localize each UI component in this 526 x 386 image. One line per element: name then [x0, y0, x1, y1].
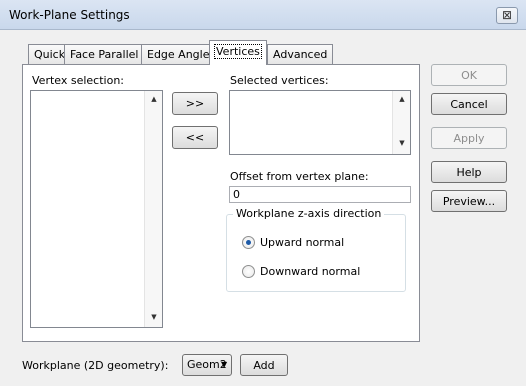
- scroll-down-icon[interactable]: ▼: [393, 139, 411, 147]
- tab-vertices[interactable]: Vertices: [209, 40, 267, 65]
- upward-normal-radio[interactable]: [242, 236, 255, 249]
- z-axis-direction-title: Workplane z-axis direction: [233, 207, 385, 220]
- tab-edge-angle[interactable]: Edge Angle: [141, 44, 216, 64]
- upward-normal-label[interactable]: Upward normal: [260, 236, 344, 249]
- chevron-down-icon: ▼: [221, 360, 228, 369]
- downward-normal-label[interactable]: Downward normal: [260, 265, 360, 278]
- tab-face-parallel[interactable]: Face Parallel: [64, 44, 145, 64]
- help-button[interactable]: Help: [431, 161, 507, 183]
- close-button[interactable]: ⊠: [496, 7, 518, 24]
- offset-input[interactable]: 0: [229, 186, 411, 203]
- scroll-up-icon[interactable]: ▲: [393, 95, 411, 103]
- close-icon: ⊠: [501, 8, 513, 22]
- cancel-button[interactable]: Cancel: [431, 93, 507, 115]
- preview-button[interactable]: Preview...: [431, 190, 507, 212]
- vertex-list-scrollbar[interactable]: ▲ ▼: [144, 91, 162, 327]
- add-workplane-button[interactable]: Add: [240, 354, 288, 376]
- z-axis-direction-group: [226, 214, 406, 292]
- ok-button[interactable]: OK: [431, 64, 507, 86]
- remove-vertex-button[interactable]: <<: [172, 126, 218, 149]
- scroll-up-icon[interactable]: ▲: [145, 95, 163, 103]
- downward-normal-radio[interactable]: [242, 265, 255, 278]
- window-title: Work-Plane Settings: [9, 8, 130, 22]
- vertex-selection-label: Vertex selection:: [32, 74, 125, 87]
- geometry-select[interactable]: Geom2 ▼: [182, 354, 232, 376]
- scroll-down-icon[interactable]: ▼: [145, 313, 163, 321]
- radio-selected-dot: [246, 240, 251, 245]
- vertex-selection-list[interactable]: ▲ ▼: [30, 90, 163, 328]
- tab-advanced[interactable]: Advanced: [267, 44, 334, 64]
- selected-list-scrollbar[interactable]: ▲ ▼: [392, 91, 410, 154]
- offset-label: Offset from vertex plane:: [230, 170, 369, 183]
- workplane-label: Workplane (2D geometry):: [22, 359, 169, 372]
- selected-vertices-label: Selected vertices:: [230, 74, 329, 87]
- selected-vertices-list[interactable]: ▲ ▼: [229, 90, 411, 155]
- apply-button[interactable]: Apply: [431, 127, 507, 149]
- add-vertex-button[interactable]: >>: [172, 92, 218, 115]
